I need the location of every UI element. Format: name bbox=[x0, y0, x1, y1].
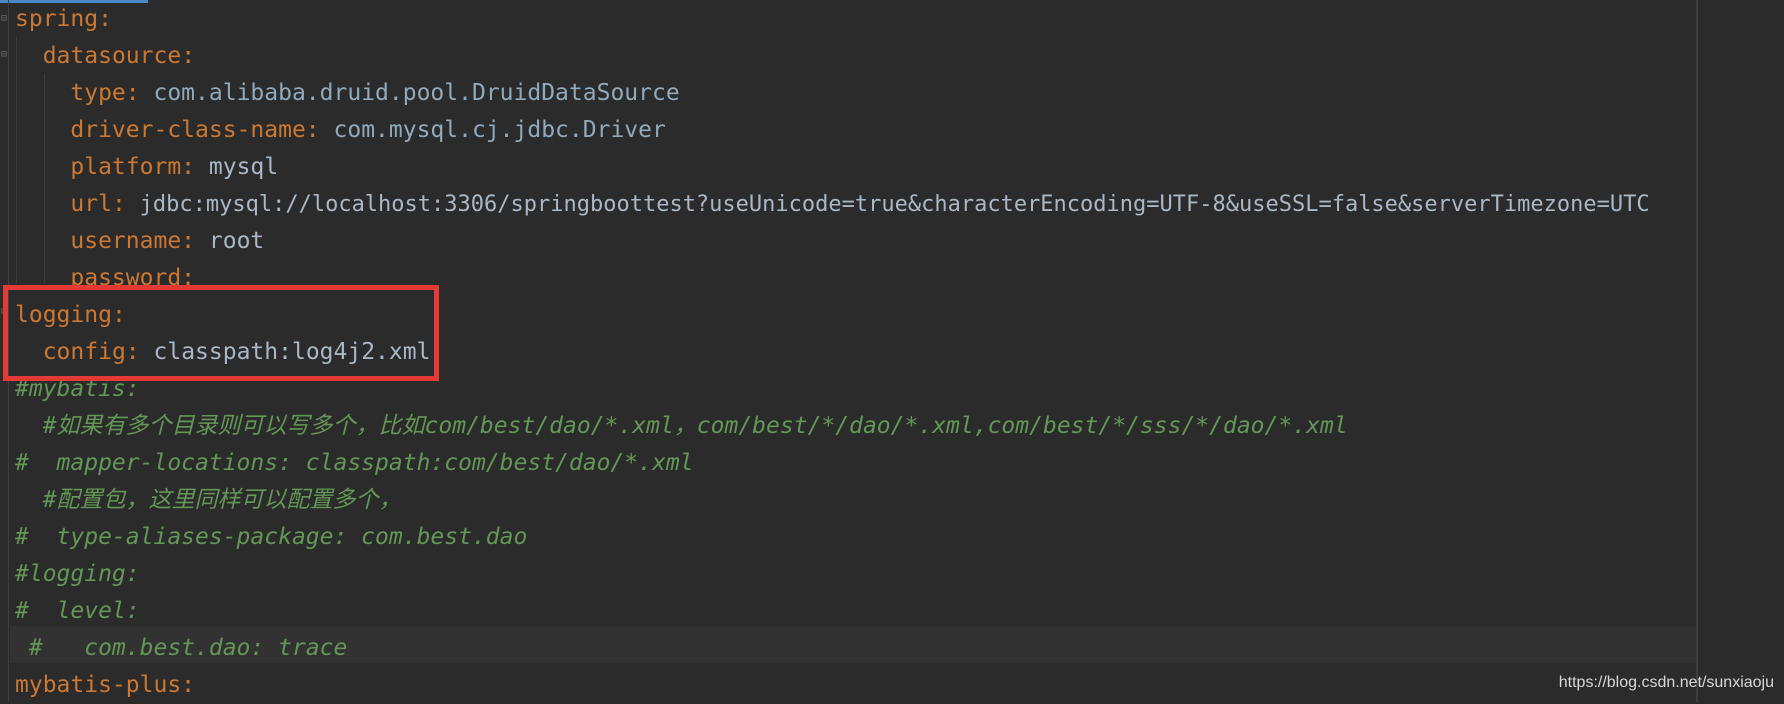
yaml-key: datasource bbox=[42, 43, 182, 69]
code-line[interactable]: url: jdbc:mysql://localhost:3306/springb… bbox=[15, 186, 1650, 223]
right-margin-guide bbox=[1696, 0, 1698, 702]
yaml-key: mybatis-plus bbox=[15, 672, 182, 698]
yaml-key: url bbox=[70, 191, 112, 217]
yaml-value: com.mysql.cj.jdbc.Driver bbox=[333, 117, 666, 143]
code-line[interactable]: datasource: bbox=[15, 38, 195, 75]
yaml-value: jdbc:mysql://localhost:3306/springbootte… bbox=[139, 192, 1650, 217]
yaml-value: com.alibaba.druid.pool.DruidDataSource bbox=[153, 80, 680, 106]
code-line[interactable]: mybatis-plus: bbox=[15, 667, 195, 704]
comment-line[interactable]: #logging: bbox=[15, 556, 140, 593]
comment-line[interactable]: #配置包，这里同样可以配置多个， bbox=[15, 482, 402, 519]
yaml-key: type bbox=[70, 80, 126, 106]
yaml-value: mysql bbox=[208, 154, 279, 180]
yaml-key: spring bbox=[15, 6, 99, 32]
yaml-value: root bbox=[208, 228, 265, 254]
comment-line[interactable]: # type-aliases-package: com.best.dao bbox=[15, 519, 527, 556]
yaml-key: driver-class-name bbox=[70, 117, 306, 143]
fold-marker-icon[interactable]: ⊟ bbox=[1, 13, 9, 25]
code-line[interactable]: spring: bbox=[15, 1, 112, 38]
fold-marker-icon[interactable]: ⊟ bbox=[1, 49, 9, 61]
code-line[interactable]: platform: mysql bbox=[15, 149, 278, 186]
annotation-highlight-box bbox=[3, 285, 439, 381]
yaml-key: username bbox=[70, 228, 182, 254]
comment-line[interactable]: # mapper-locations: classpath:com/best/d… bbox=[15, 445, 694, 482]
code-editor[interactable]: ⊟ ⊟ ⊟ spring: datasource: type: com.alib… bbox=[0, 0, 1784, 702]
yaml-key: platform bbox=[70, 154, 182, 180]
code-line[interactable]: type: com.alibaba.druid.pool.DruidDataSo… bbox=[15, 75, 680, 112]
comment-line[interactable]: #如果有多个目录则可以写多个，比如com/best/dao/*.xml，com/… bbox=[15, 408, 1348, 445]
code-line[interactable]: driver-class-name: com.mysql.cj.jdbc.Dri… bbox=[15, 112, 666, 149]
comment-line[interactable]: # com.best.dao: trace bbox=[15, 630, 348, 667]
code-line[interactable]: username: root bbox=[15, 223, 264, 260]
watermark: https://blog.csdn.net/sunxiaoju bbox=[1558, 674, 1774, 691]
comment-line[interactable]: # level: bbox=[15, 593, 140, 630]
